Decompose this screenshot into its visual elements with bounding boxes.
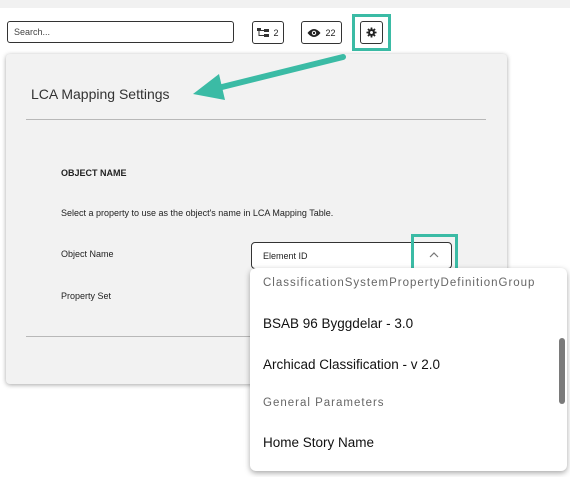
annotation-arrow — [193, 54, 346, 100]
